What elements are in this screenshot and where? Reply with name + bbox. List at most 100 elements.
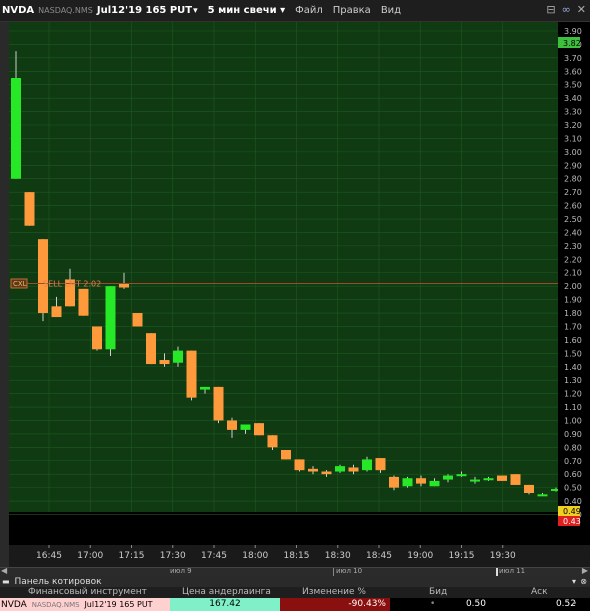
top-price-tag-label: 3.82	[563, 39, 581, 48]
order-cancel-label[interactable]: CXL	[13, 280, 27, 288]
candlestick-chart[interactable]: CXL SELL LMT 2.02	[9, 22, 558, 545]
ask-dot-icon: •	[572, 599, 578, 609]
menu-view[interactable]: Вид	[381, 5, 401, 16]
x-tick-label: 18:45	[366, 551, 392, 561]
quote-panel-title: Панель котировок	[14, 577, 102, 587]
close-icon[interactable]: ✕	[577, 3, 586, 16]
candle-up	[483, 478, 494, 481]
contract-dropdown-icon[interactable]: ▾	[193, 6, 198, 16]
candle-up	[429, 480, 440, 487]
y-tick-label: 3.30	[564, 108, 582, 117]
bid-dot-icon: •	[430, 599, 436, 609]
change-cell: -90.43%	[280, 598, 390, 611]
y-tick-label: 3.40	[564, 94, 582, 103]
nav-divider	[333, 568, 334, 576]
x-tick-label: 16:45	[36, 551, 62, 561]
y-tick-label: 3.70	[564, 54, 582, 63]
ask-cell[interactable]: • 0.52	[490, 598, 590, 611]
candle-down	[497, 475, 507, 481]
candle-up	[551, 488, 558, 491]
candle-down	[348, 467, 359, 472]
order-label: SELL LMT 2.02	[43, 279, 101, 288]
x-tick-label: 18:15	[284, 551, 310, 561]
row-bid: 0.50	[465, 599, 486, 609]
chevron-down-icon: ▾	[280, 5, 286, 16]
price-axis: 3.903.803.703.603.503.403.303.203.103.00…	[558, 22, 590, 545]
x-tick-label: 18:30	[325, 551, 351, 561]
candle-up	[443, 475, 453, 480]
collapse-icon[interactable]: ▬	[2, 577, 10, 586]
candle-down	[78, 288, 89, 316]
menu-edit[interactable]: Правка	[333, 5, 371, 16]
y-tick-label: 2.50	[564, 215, 582, 224]
col-ask[interactable]: Аск	[531, 587, 571, 598]
candle-down	[159, 360, 170, 365]
candle-up	[537, 494, 548, 497]
y-tick-label: 1.20	[564, 390, 582, 399]
x-tick-label: 17:30	[160, 551, 186, 561]
y-tick-label: 3.10	[564, 134, 582, 143]
bid-price-tag-label: 0.43	[563, 517, 581, 526]
panel-collapse-icon[interactable]: ▾	[572, 576, 576, 587]
last-price-tag-label: 0.49	[563, 507, 581, 516]
y-tick-label: 2.40	[564, 228, 582, 237]
candle-up	[456, 474, 467, 477]
x-tick-label: 17:15	[119, 551, 145, 561]
quote-panel-header: ▬ Панель котировок ▾ ⊗	[0, 576, 590, 587]
lock-icon[interactable]: ⊟	[546, 3, 555, 16]
x-tick-label: 19:30	[490, 551, 516, 561]
y-tick-label: 0.60	[564, 470, 582, 479]
timeframe-selector[interactable]: 5 мин свечи ▾	[208, 5, 285, 16]
row-symbol: NVDA	[1, 600, 27, 610]
x-tick-label: 17:45	[201, 551, 227, 561]
candle-down	[281, 450, 291, 460]
candle-down	[294, 459, 305, 471]
y-tick-label: 1.80	[564, 309, 582, 318]
row-underlying-price: 167.42	[209, 599, 241, 609]
candle-up	[362, 459, 372, 471]
y-tick-label: 2.80	[564, 175, 582, 184]
y-tick-label: 3.60	[564, 67, 582, 76]
nav-day-label-3: июл 11	[499, 567, 526, 575]
y-tick-label: 2.30	[564, 242, 582, 251]
menu-file[interactable]: Файл	[295, 5, 323, 16]
y-tick-label: 1.30	[564, 376, 582, 385]
col-underlying[interactable]: Цена андерлаинга	[182, 587, 282, 598]
nav-right-icon[interactable]: ▶	[582, 566, 588, 575]
candle-down	[119, 283, 129, 288]
candle-up	[105, 286, 116, 350]
bid-cell[interactable]: • 0.50	[390, 598, 490, 611]
y-tick-label: 1.90	[564, 296, 582, 305]
y-tick-label: 1.60	[564, 336, 582, 345]
y-tick-label: 2.10	[564, 269, 582, 278]
contract-label[interactable]: Jul12'19 165 PUT	[97, 5, 192, 16]
col-instrument[interactable]: Финансовый инструмент	[28, 587, 168, 598]
col-change[interactable]: Изменение %	[302, 587, 402, 598]
nav-left-icon[interactable]: ◀	[1, 566, 7, 575]
nav-day-label-2: июл 10	[336, 567, 363, 575]
col-bid[interactable]: Бид	[429, 587, 469, 598]
candle-up	[173, 350, 183, 363]
y-tick-label: 1.70	[564, 322, 582, 331]
timeframe-label: 5 мин свечи	[207, 5, 277, 16]
instrument-cell[interactable]: NVDA NASDAQ.NMS Jul12'19 165 PUT	[0, 598, 170, 611]
symbol-label[interactable]: NVDA	[2, 5, 34, 16]
candle-up	[11, 78, 21, 179]
candle-down	[186, 350, 197, 398]
quote-row[interactable]: NVDA NASDAQ.NMS Jul12'19 165 PUT 167.42 …	[0, 598, 590, 611]
x-tick-label: 19:00	[407, 551, 433, 561]
link-icon[interactable]: ∞	[562, 3, 571, 16]
y-tick-label: 0.50	[564, 484, 582, 493]
time-axis: 16:45 17:00 17:15 17:30 17:45 18:00 18:15 18:30…	[9, 545, 558, 567]
y-tick-label: 2.20	[564, 255, 582, 264]
candle-down	[213, 386, 224, 421]
y-tick-label: 2.90	[564, 161, 582, 170]
candle-down	[321, 471, 332, 475]
underlying-cell: 167.42	[170, 598, 280, 611]
candle-down	[132, 313, 143, 327]
candle-down	[227, 420, 237, 430]
panel-close-icon[interactable]: ⊗	[580, 576, 587, 587]
y-tick-label: 0.90	[564, 430, 582, 439]
nav-scroll-thumb[interactable]	[496, 568, 498, 576]
x-tick-label: 18:00	[242, 551, 268, 561]
